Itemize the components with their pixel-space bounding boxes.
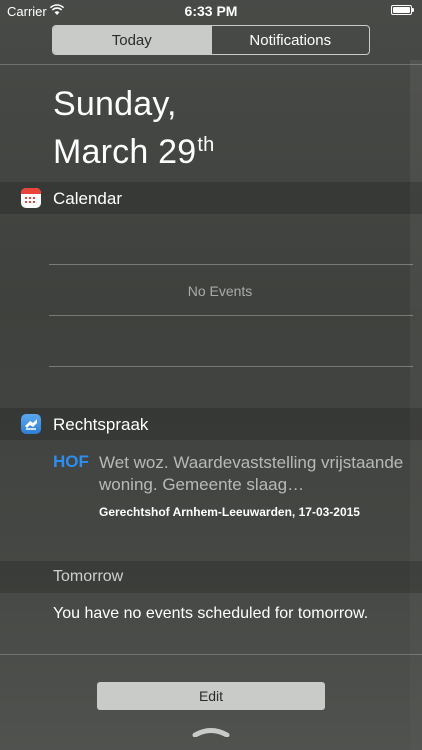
edit-button[interactable]: Edit xyxy=(97,682,325,710)
status-bar: Carrier 6:33 PM xyxy=(0,0,422,22)
background-blur xyxy=(410,60,422,750)
ruling-meta: Gerechtshof Arnhem-Leeuwarden, 17-03-201… xyxy=(99,505,360,519)
court-badge: HOF xyxy=(53,452,89,471)
day-suffix: th xyxy=(197,134,215,156)
tab-notifications[interactable]: Notifications xyxy=(210,26,370,54)
calendar-widget-title: Calendar xyxy=(53,189,122,208)
rechtspraak-app-icon xyxy=(21,414,41,434)
rechtspraak-widget-title: Rechtspraak xyxy=(53,415,149,434)
view-segmented-control: Today Notifications xyxy=(52,25,370,55)
month-day: March 29 xyxy=(53,133,197,171)
tomorrow-summary: You have no events scheduled for tomorro… xyxy=(53,605,369,622)
grabber-handle-icon[interactable] xyxy=(192,727,230,737)
calendar-widget-header[interactable]: Calendar xyxy=(0,182,422,214)
divider xyxy=(0,654,422,655)
clock: 6:33 PM xyxy=(184,3,238,19)
date-header: Sunday, March 29th xyxy=(53,84,214,173)
calendar-icon xyxy=(21,188,41,208)
divider xyxy=(49,366,413,367)
ruling-summary-link[interactable]: Wet woz. Waardevaststelling vrijstaande … xyxy=(99,452,409,496)
divider xyxy=(49,264,413,265)
divider xyxy=(49,315,413,316)
rechtspraak-widget-header[interactable]: Rechtspraak xyxy=(0,408,422,440)
month-day-label: March 29th xyxy=(53,125,214,173)
tab-today[interactable]: Today xyxy=(53,26,211,54)
no-events-label: No Events xyxy=(187,283,253,299)
tomorrow-title: Tomorrow xyxy=(53,568,124,585)
tomorrow-header: Tomorrow xyxy=(0,561,422,593)
battery-icon xyxy=(391,5,415,16)
weekday-label: Sunday, xyxy=(53,85,177,123)
divider xyxy=(0,64,422,65)
